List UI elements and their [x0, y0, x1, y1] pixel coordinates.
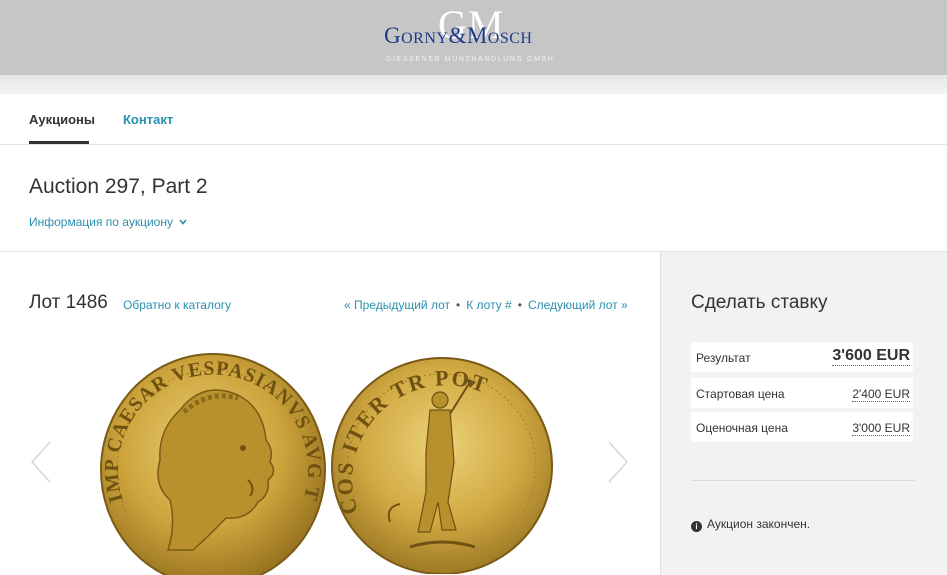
logo-subtitle: GIESSENER MÜNZHANDLUNG GMBH	[386, 56, 555, 63]
result-value[interactable]: 3'600 EUR	[832, 347, 910, 366]
coin-reverse-image[interactable]: COS ITER TR POT	[330, 352, 560, 574]
result-row: Результат 3'600 EUR	[691, 342, 913, 372]
coin-obverse-image[interactable]: IMP CAESAR VESPASIANVS AVG TR P	[98, 350, 328, 575]
chevron-down-icon	[179, 219, 187, 225]
auction-closed-text: Аукцион закончен.	[707, 517, 811, 531]
site-header: GM Gorny&Mosch GIESSENER MÜNZHANDLUNG GM…	[0, 0, 947, 75]
start-price-value[interactable]: 2'400 EUR	[852, 387, 910, 402]
estimate-row: Оценочная цена 3'000 EUR	[691, 412, 913, 442]
back-to-catalog-link[interactable]: Обратно к каталогу	[123, 298, 231, 312]
page-title: Auction 297, Part 2	[29, 175, 208, 198]
lot-main: Лот 1486 Обратно к каталогу « Предыдущий…	[0, 252, 660, 575]
lot-title: Лот 1486	[29, 292, 108, 313]
next-lot-link[interactable]: Следующий лот »	[528, 298, 628, 312]
prev-lot-link[interactable]: « Предыдущий лот	[344, 298, 450, 312]
chevron-right-icon[interactable]	[607, 440, 629, 484]
bid-sidebar: Сделать ставку Результат 3'600 EUR Старт…	[660, 252, 947, 575]
estimate-label: Оценочная цена	[696, 421, 788, 435]
bid-title: Сделать ставку	[691, 292, 828, 313]
divider	[691, 480, 915, 481]
goto-lot-link[interactable]: К лоту #	[466, 298, 512, 312]
nav-separator-dot: •	[517, 298, 522, 312]
auction-closed-notice: i Аукцион закончен.	[691, 517, 810, 532]
start-price-label: Стартовая цена	[696, 387, 785, 401]
header-shadow-strip	[0, 75, 947, 94]
result-label: Результат	[696, 351, 751, 365]
nav-item-auctions[interactable]: Аукционы	[29, 112, 95, 127]
main-nav: Аукционы Контакт	[0, 94, 947, 145]
estimate-value[interactable]: 3'000 EUR	[852, 421, 910, 436]
nav-active-indicator	[29, 141, 89, 144]
info-circle-icon: i	[691, 521, 702, 532]
nav-separator-dot: •	[456, 298, 461, 312]
gorny-mosch-logo[interactable]: GM Gorny&Mosch GIESSENER MÜNZHANDLUNG GM…	[384, 2, 566, 66]
lot-navigation: « Предыдущий лот • К лоту # • Следующий лот …	[344, 298, 628, 312]
auction-info-label: Информация по аукциону	[29, 215, 173, 229]
chevron-left-icon[interactable]	[30, 440, 52, 484]
auction-info-toggle[interactable]: Информация по аукциону	[29, 215, 187, 229]
logo-wordmark: Gorny&Mosch	[384, 23, 533, 48]
nav-item-contact[interactable]: Контакт	[123, 112, 173, 127]
auction-title-bar: Auction 297, Part 2 Информация по аукцио…	[0, 145, 947, 252]
start-price-row: Стартовая цена 2'400 EUR	[691, 378, 913, 408]
